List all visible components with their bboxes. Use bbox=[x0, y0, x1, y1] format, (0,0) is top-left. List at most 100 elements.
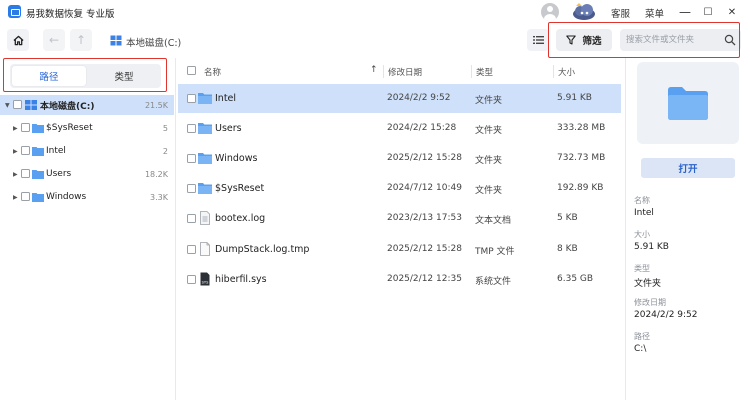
tab-type[interactable]: 类型 bbox=[87, 66, 161, 86]
tree-item-count: 2 bbox=[162, 146, 168, 156]
file-modified: 2024/2/2 9:52 bbox=[387, 93, 451, 103]
file-name: DumpStack.log.tmp bbox=[215, 244, 310, 255]
file-icon bbox=[200, 242, 210, 256]
file-modified: 2024/2/2 15:28 bbox=[387, 123, 457, 133]
row-checkbox[interactable] bbox=[187, 245, 196, 254]
file-type: 文件夹 bbox=[475, 156, 503, 166]
tree-item-count: 5 bbox=[162, 123, 168, 133]
list-view-button[interactable] bbox=[527, 29, 549, 51]
caret-right-icon[interactable]: ▶ bbox=[13, 171, 19, 178]
file-size: 5.91 KB bbox=[557, 93, 592, 103]
select-all-checkbox[interactable] bbox=[187, 66, 196, 75]
folder-icon bbox=[668, 87, 708, 120]
search-input[interactable] bbox=[626, 33, 722, 47]
file-name: $SysReset bbox=[215, 183, 265, 194]
file-type: 文件夹 bbox=[475, 96, 503, 106]
column-type[interactable]: 类型 bbox=[476, 66, 493, 78]
tree-item-count: 3.3K bbox=[150, 192, 168, 202]
text-file-icon bbox=[200, 211, 210, 225]
tree-item-root[interactable]: ▼ 本地磁盘(C:) 21.5K bbox=[0, 95, 174, 115]
file-type: 系统文件 bbox=[475, 277, 512, 287]
drive-icon bbox=[110, 35, 122, 46]
tree-checkbox[interactable] bbox=[21, 169, 30, 178]
tab-path[interactable]: 路径 bbox=[12, 66, 86, 86]
sys-file-icon: SYS bbox=[200, 272, 210, 286]
user-avatar[interactable] bbox=[541, 3, 559, 21]
tree-item-label: Windows bbox=[46, 192, 87, 202]
meta-value-path: C:\ bbox=[634, 344, 647, 354]
tree-item-sysreset[interactable]: ▶ $SysReset 5 bbox=[0, 118, 174, 138]
file-modified: 2025/2/12 15:28 bbox=[387, 244, 462, 254]
app-title: 易我数据恢复 专业版 bbox=[26, 9, 115, 20]
file-row[interactable]: Users 2024/2/2 15:28 文件夹 333.28 MB bbox=[178, 114, 621, 143]
file-name: Windows bbox=[215, 153, 258, 164]
filter-button[interactable]: 筛选 bbox=[556, 29, 612, 51]
tree-item-label: 本地磁盘(C:) bbox=[40, 101, 95, 112]
maximize-button[interactable]: ☐ bbox=[700, 4, 716, 20]
search-icon[interactable] bbox=[724, 34, 736, 46]
column-divider[interactable] bbox=[383, 65, 384, 78]
back-button[interactable]: ← bbox=[43, 29, 65, 51]
file-type: 文件夹 bbox=[475, 126, 503, 136]
column-size[interactable]: 大小 bbox=[558, 66, 575, 78]
meta-label-modified: 修改日期 bbox=[634, 298, 666, 307]
file-row[interactable]: bootex.log 2023/2/13 17:53 文本文档 5 KB bbox=[178, 204, 621, 233]
up-button[interactable]: ↑ bbox=[70, 29, 92, 51]
row-checkbox[interactable] bbox=[187, 124, 196, 133]
tree-item-label: Intel bbox=[46, 146, 66, 156]
column-modified[interactable]: 修改日期 bbox=[388, 66, 422, 78]
meta-value-name: Intel bbox=[634, 208, 654, 218]
meta-label-path: 路径 bbox=[634, 332, 650, 341]
row-checkbox[interactable] bbox=[187, 214, 196, 223]
tree-item-windows[interactable]: ▶ Windows 3.3K bbox=[0, 187, 174, 207]
sidebar-divider bbox=[175, 58, 176, 400]
home-button[interactable] bbox=[7, 29, 29, 51]
file-row[interactable]: Intel 2024/2/2 9:52 文件夹 5.91 KB bbox=[178, 84, 621, 113]
tree-checkbox[interactable] bbox=[21, 123, 30, 132]
caret-right-icon[interactable]: ▶ bbox=[13, 194, 19, 201]
drive-icon bbox=[25, 100, 37, 110]
column-name[interactable]: 名称 bbox=[204, 66, 221, 78]
cloud-badge-icon[interactable] bbox=[570, 2, 598, 22]
file-modified: 2023/2/13 17:53 bbox=[387, 213, 462, 223]
tree-checkbox[interactable] bbox=[21, 192, 30, 201]
file-modified: 2024/7/12 10:49 bbox=[387, 183, 462, 193]
file-name: Users bbox=[215, 123, 242, 134]
menu-link[interactable]: 菜单 bbox=[645, 6, 664, 20]
title-bar: 易我数据恢复 专业版 客服 菜单 — ☐ ✕ bbox=[0, 0, 750, 24]
folder-icon bbox=[32, 124, 44, 133]
row-checkbox[interactable] bbox=[187, 184, 196, 193]
file-row[interactable]: $SysReset 2024/7/12 10:49 文件夹 192.89 KB bbox=[178, 174, 621, 203]
file-size: 6.35 GB bbox=[557, 274, 594, 284]
file-row[interactable]: Windows 2025/2/12 15:28 文件夹 732.73 MB bbox=[178, 144, 621, 173]
app-window: 易我数据恢复 专业版 客服 菜单 — ☐ ✕ ← ↑ 本地磁盘(C:) 筛选 搜… bbox=[0, 0, 750, 400]
tree-item-intel[interactable]: ▶ Intel 2 bbox=[0, 141, 174, 161]
caret-right-icon[interactable]: ▶ bbox=[13, 125, 19, 132]
tree-item-users[interactable]: ▶ Users 18.2K bbox=[0, 164, 174, 184]
row-checkbox[interactable] bbox=[187, 154, 196, 163]
minimize-button[interactable]: — bbox=[677, 4, 693, 20]
row-checkbox[interactable] bbox=[187, 94, 196, 103]
tree-item-label: $SysReset bbox=[46, 123, 93, 133]
view-tab-switch: 路径 类型 bbox=[10, 64, 161, 88]
column-divider[interactable] bbox=[553, 65, 554, 78]
column-divider[interactable] bbox=[471, 65, 472, 78]
folder-icon bbox=[32, 193, 44, 202]
sort-ascending-icon[interactable]: ↑ bbox=[370, 65, 378, 75]
file-row[interactable]: SYS hiberfil.sys 2025/2/12 12:35 系统文件 6.… bbox=[178, 265, 621, 294]
tree-checkbox[interactable] bbox=[21, 146, 30, 155]
meta-value-modified: 2024/2/2 9:52 bbox=[634, 310, 698, 320]
tree-checkbox[interactable] bbox=[13, 100, 22, 109]
caret-down-icon[interactable]: ▼ bbox=[5, 102, 11, 109]
file-row[interactable]: DumpStack.log.tmp 2025/2/12 15:28 TMP 文件… bbox=[178, 235, 621, 264]
open-button[interactable]: 打开 bbox=[641, 158, 735, 178]
close-button[interactable]: ✕ bbox=[724, 4, 740, 20]
support-link[interactable]: 客服 bbox=[611, 6, 630, 20]
folder-icon bbox=[32, 170, 44, 179]
file-type: 文本文档 bbox=[475, 216, 512, 226]
caret-right-icon[interactable]: ▶ bbox=[13, 148, 19, 155]
svg-text:SYS: SYS bbox=[202, 281, 209, 285]
file-name: bootex.log bbox=[215, 213, 266, 224]
folder-icon bbox=[32, 147, 44, 156]
row-checkbox[interactable] bbox=[187, 275, 196, 284]
